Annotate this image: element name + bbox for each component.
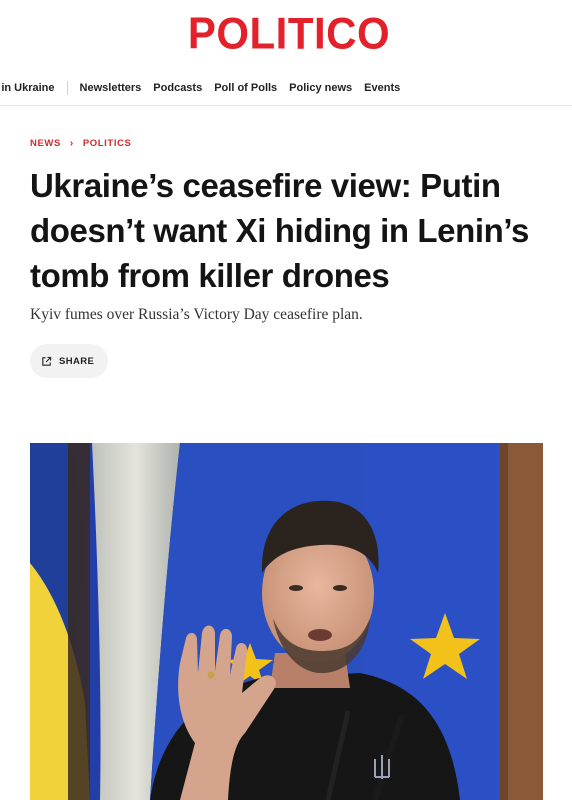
article-dek: Kyiv fumes over Russia’s Victory Day cea…	[30, 306, 363, 323]
breadcrumb-news[interactable]: NEWS	[30, 138, 61, 149]
share-button[interactable]: SHARE	[30, 344, 109, 378]
top-navigation: r in Ukraine Newsletters Podcasts Poll o…	[0, 70, 572, 106]
nav-divider	[66, 80, 68, 95]
article-headline: Ukraine’s ceasefire view: Putin doesn’t …	[30, 167, 529, 294]
breadcrumb: NEWS › POLITICS	[30, 138, 542, 149]
share-icon	[42, 356, 52, 366]
nav-item-podcasts[interactable]: Podcasts	[153, 82, 202, 94]
article: NEWS › POLITICS Ukraine’s ceasefire view…	[0, 138, 572, 378]
page: POLITICO r in Ukraine Newsletters Podcas…	[0, 0, 572, 800]
nav-item-war-in-ukraine[interactable]: r in Ukraine	[0, 82, 55, 94]
nav-item-poll-of-polls[interactable]: Poll of Polls	[214, 82, 277, 94]
nav-item-policy-news[interactable]: Policy news	[289, 82, 352, 94]
hero-image[interactable]	[30, 443, 543, 800]
chevron-right-icon: ›	[69, 138, 74, 149]
share-label: SHARE	[59, 355, 95, 367]
breadcrumb-politics[interactable]: POLITICS	[83, 138, 132, 149]
nav-item-newsletters[interactable]: Newsletters	[80, 82, 142, 94]
masthead: POLITICO	[0, 0, 572, 70]
nav-item-events[interactable]: Events	[364, 82, 400, 94]
hero-photo	[30, 443, 543, 800]
politico-logo[interactable]: POLITICO	[182, 9, 390, 59]
